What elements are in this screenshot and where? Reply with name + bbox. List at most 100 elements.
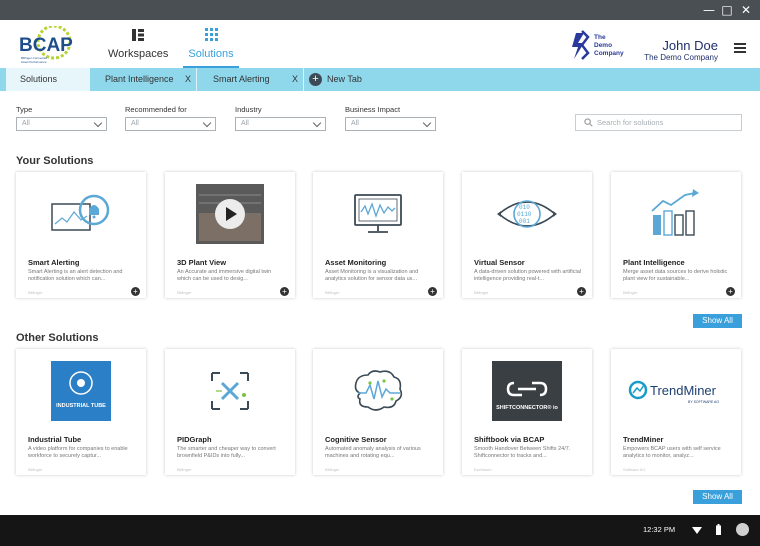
filter-industry-label: Industry [235,105,262,114]
add-circle-icon[interactable]: + [577,287,586,296]
filter-recommended-value: All [131,120,139,127]
show-all-other-solutions-button[interactable]: Show All [693,490,742,504]
svg-text:001: 001 [519,218,530,225]
close-window-button[interactable]: ✕ [738,2,754,18]
hamburger-menu-icon[interactable] [734,43,746,53]
svg-text:Demo: Demo [594,42,612,49]
grid-icon [204,28,218,41]
solution-card-asset-monitoring[interactable]: Asset Monitoring Asset Monitoring is a v… [313,172,443,298]
your-solutions-heading: Your Solutions [16,155,94,167]
solution-card-plant-intelligence[interactable]: Plant Intelligence Merge asset data sour… [611,172,741,298]
filter-impact-select[interactable]: All [345,117,436,131]
card-description: A data-driven solution powered with arti… [474,269,582,282]
add-circle-icon[interactable]: + [131,287,140,296]
tab-solutions-label: Solutions [20,74,58,84]
avatar[interactable] [736,523,749,536]
trendminer-icon: TrendMiner BY SOFTWARE AG [611,349,741,433]
card-title: TrendMiner [623,435,664,444]
logo-text: BCAP [19,35,73,56]
add-circle-icon[interactable]: + [280,287,289,296]
filter-recommended-select[interactable]: All [125,117,216,131]
wifi-icon[interactable] [692,526,702,534]
chevron-down-icon [202,118,212,128]
shiftconnector-logo-text: SHIFTCONNECTOR® io [496,404,558,411]
growth-chart-icon [611,172,741,256]
tab-smart-alerting[interactable]: Smart Alerting [213,68,293,91]
card-provider: Software AG [623,467,646,472]
card-description: Merge asset data sources to derive holis… [623,269,728,282]
user-name[interactable]: John Doe [662,38,718,53]
nav-solutions-label: Solutions [188,48,234,60]
svg-text:Company: Company [594,50,624,57]
shiftconnector-icon: SHIFTCONNECTOR® io [462,349,592,433]
card-title: Industrial Tube [28,435,82,444]
nav-workspaces-label: Workspaces [108,48,169,60]
solution-card-industrial-tube[interactable]: INDUSTRIAL TUBE Industrial Tube A video … [16,349,146,475]
nav-workspaces[interactable]: Workspaces [108,28,168,60]
add-circle-icon[interactable]: + [428,287,437,296]
clock[interactable]: 12:32 PM [643,525,675,534]
card-provider: Bilfinger [325,467,340,472]
demo-company-logo: The Demo Company [570,29,630,61]
card-provider: Bilfinger [28,467,43,472]
card-provider: Bilfinger [177,290,192,295]
window-titlebar: — □ ✕ [0,0,760,20]
other-solutions-heading: Other Solutions [16,332,99,344]
search-input[interactable]: Search for solutions [575,114,742,131]
card-title: Asset Monitoring [325,258,387,267]
filter-impact-value: All [351,120,359,127]
tab-solutions[interactable]: Solutions [6,68,90,91]
card-title: Virtual Sensor [474,258,525,267]
chevron-down-icon [422,118,432,128]
filter-impact-label: Business Impact [345,105,401,114]
workspaces-icon [132,29,144,41]
search-placeholder: Search for solutions [597,118,664,127]
card-description: The smarter and cheaper way to convert b… [177,446,276,459]
solution-card-trendminer[interactable]: TrendMiner BY SOFTWARE AG TrendMiner Emp… [611,349,741,475]
svg-text:010: 010 [519,204,530,211]
solution-card-virtual-sensor[interactable]: 010 0110 001 Virtual Sensor A data-drive… [462,172,592,298]
filter-industry-select[interactable]: All [235,117,326,131]
industrial-tube-logo-text: INDUSTRIAL TUBE [56,403,106,409]
chevron-down-icon [93,118,103,128]
tab-plant-intelligence[interactable]: Plant Intelligence [105,68,185,91]
new-tab-button[interactable]: New Tab [327,68,362,91]
card-description: Empowers BCAP users with self service an… [623,446,721,459]
monitor-chart-icon [313,172,443,256]
tab-plant-intelligence-label: Plant Intelligence [105,74,174,84]
tab-smart-alerting-label: Smart Alerting [213,74,270,84]
tab-smart-alerting-close[interactable]: X [292,68,298,91]
brain-icon [313,349,443,433]
search-icon [584,118,593,127]
solution-card-cognitive-sensor[interactable]: Cognitive Sensor Automated anomaly analy… [313,349,443,475]
bcap-logo[interactable]: BCAP Bilfinger Connected Asset Performan… [18,24,78,64]
plus-icon[interactable]: + [309,73,322,86]
add-circle-icon[interactable]: + [726,287,735,296]
battery-icon[interactable] [716,524,721,535]
app-header: BCAP Bilfinger Connected Asset Performan… [0,20,760,68]
alert-monitor-icon [16,172,146,256]
solution-card-shiftbook[interactable]: SHIFTCONNECTOR® io Shiftbook via BCAP Sm… [462,349,592,475]
maximize-button[interactable]: □ [719,2,735,18]
solution-card-smart-alerting[interactable]: Smart Alerting Smart Alerting is an aler… [16,172,146,298]
card-title: Cognitive Sensor [325,435,387,444]
card-description: Smooth Handover Between Shifts 24/7. Shi… [474,446,571,459]
minimize-button[interactable]: — [701,2,717,18]
video-play-icon [165,172,295,256]
card-provider: Bilfinger [325,290,340,295]
tab-bar: Solutions Plant Intelligence X Smart Ale… [0,68,760,91]
card-description: Automated anomaly analysis of various ma… [325,446,421,459]
filter-type-select[interactable]: All [16,117,107,131]
solution-card-pidgraph[interactable]: PIDGraph The smarter and cheaper way to … [165,349,295,475]
nav-solutions[interactable]: Solutions [183,28,239,68]
card-title: Shiftbook via BCAP [474,435,545,444]
tab-plant-intelligence-close[interactable]: X [185,68,191,91]
filter-type-label: Type [16,105,33,114]
card-description: A video platform for companies to enable… [28,446,128,459]
show-all-your-solutions-button[interactable]: Show All [693,314,742,328]
card-title: Smart Alerting [28,258,80,267]
solution-card-3d-plant-view[interactable]: 3D Plant View An Accurate and immersive … [165,172,295,298]
os-taskbar: 12:32 PM [0,515,760,546]
card-provider: Bilfinger [28,290,43,295]
svg-text:Asset Performance: Asset Performance [21,60,47,64]
